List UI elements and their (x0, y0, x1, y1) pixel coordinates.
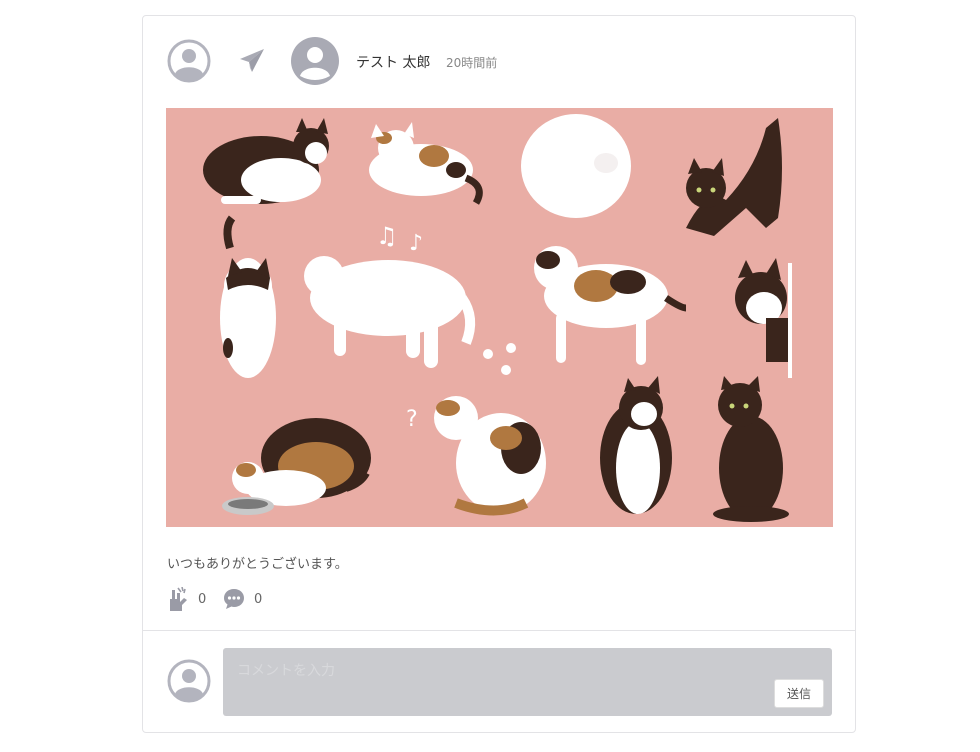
paper-plane-icon[interactable] (238, 47, 266, 75)
divider (143, 630, 855, 631)
comment-count: 0 (254, 591, 263, 607)
author-avatar-icon[interactable] (290, 36, 340, 86)
comment-input[interactable] (223, 648, 832, 716)
my-avatar-icon[interactable] (167, 39, 211, 83)
comment-button[interactable]: 0 (223, 586, 262, 612)
svg-text:♪: ♪ (409, 231, 423, 256)
svg-text:♫: ♫ (376, 222, 398, 250)
comment-composer: 送信 (223, 648, 832, 716)
svg-text:?: ? (406, 407, 418, 432)
commenter-avatar-icon[interactable] (167, 659, 211, 703)
comment-dots-icon (223, 588, 245, 610)
sign-language-icon (167, 587, 189, 611)
post-card: テスト 太郎 20時間前 ♫ ♪ ? いつもありがとうございます。 0 0 コメ… (142, 15, 856, 733)
post-image[interactable]: ♫ ♪ ? (166, 108, 833, 527)
author-name[interactable]: テスト 太郎 (356, 52, 430, 72)
clap-button[interactable]: 0 (167, 586, 206, 612)
send-comment-button[interactable]: 送信 (774, 679, 824, 708)
post-body: いつもありがとうございます。 (167, 557, 348, 572)
clap-count: 0 (198, 591, 207, 607)
post-timestamp: 20時間前 (446, 56, 498, 70)
